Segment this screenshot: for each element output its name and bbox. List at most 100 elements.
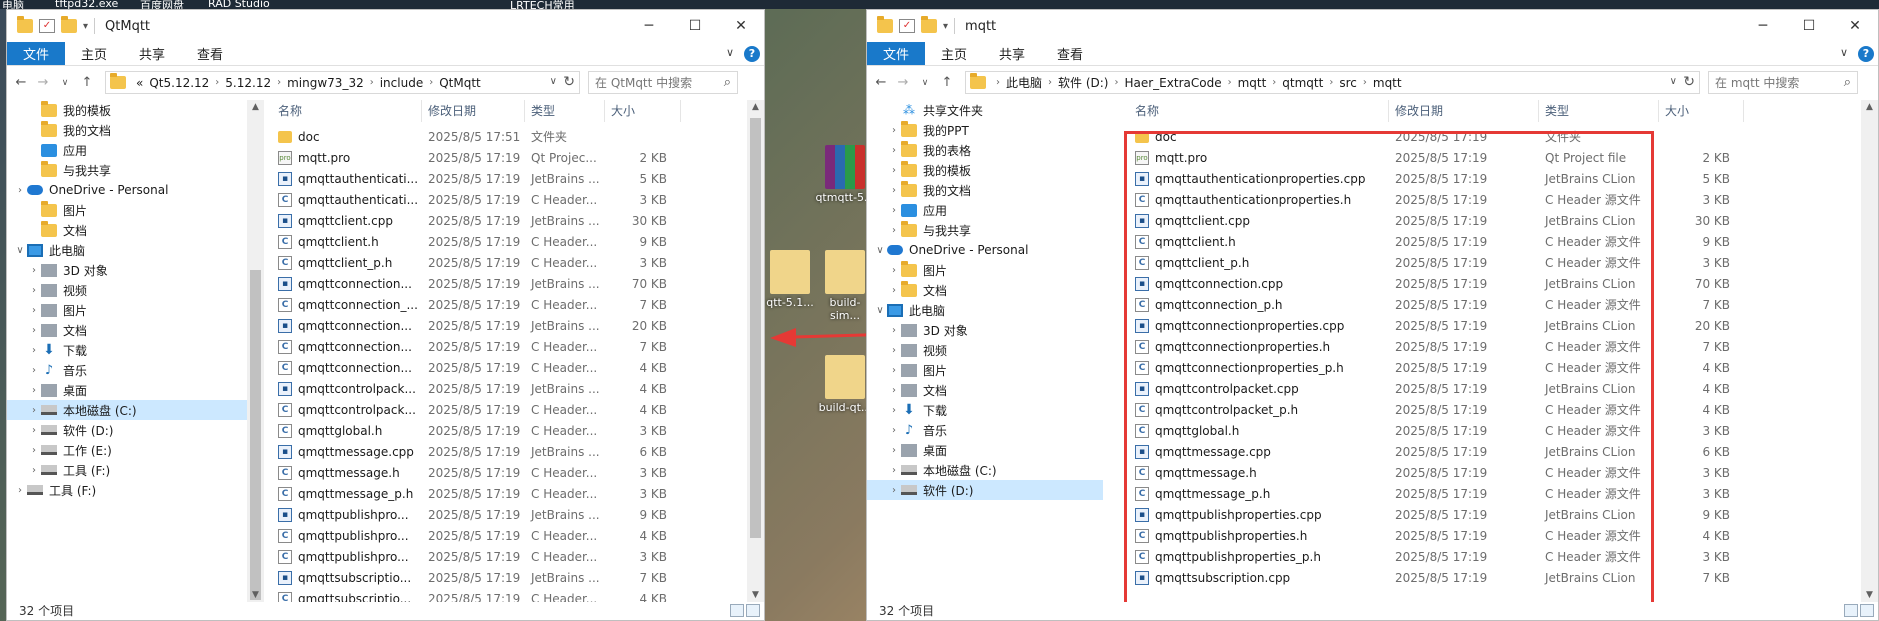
table-row[interactable]: Cqmqttglobal.h 2025/8/5 17:19 C Header 源文件… [1129,420,1859,441]
file-list-scrollbar[interactable]: ▲ ▼ [1861,100,1878,602]
breadcrumb-item[interactable]: mingw73_32 [287,76,364,90]
expander-chevron-icon[interactable]: › [27,285,41,296]
nav-item[interactable]: › 文档 [867,280,1103,300]
expander-chevron-icon[interactable]: › [887,485,901,496]
nav-item[interactable]: › 桌面 [7,380,247,400]
nav-item[interactable]: › ♪ 音乐 [7,360,247,380]
expander-chevron-icon[interactable]: › [887,365,901,376]
close-button[interactable]: ✕ [1832,10,1878,42]
new-folder-icon[interactable] [61,16,77,33]
file-list-scrollbar[interactable]: ▲ ▼ [747,100,764,602]
table-row[interactable]: Cqmqttpublishpro... 2025/8/5 17:19 C Heade… [272,546,742,567]
table-row[interactable]: qmqttsubscriptio... 2025/8/5 17:19 JetBrai… [272,567,742,588]
table-row[interactable]: qmqttmessage.cpp 2025/8/5 17:19 JetBrains … [1129,441,1859,462]
nav-item[interactable]: › 软件 (D:) [7,420,247,440]
forward-arrow-icon[interactable]: → [33,75,53,90]
table-row[interactable]: Cqmqttmessage.h 2025/8/5 17:19 C Header...… [272,462,742,483]
nav-item[interactable]: › 我的文档 [867,180,1103,200]
table-row[interactable]: Cqmqttconnection... 2025/8/5 17:19 C Heade… [272,357,742,378]
nav-item[interactable]: › 软件 (D:) [867,480,1103,500]
scroll-up-icon[interactable]: ▲ [247,102,264,112]
nav-item[interactable]: › 图片 [867,360,1103,380]
tab-view[interactable]: 查看 [181,42,239,65]
search-icon[interactable]: ⌕ [724,75,731,90]
close-button[interactable]: ✕ [718,10,764,42]
search-box[interactable]: 在 QtMqtt 中搜索 ⌕ [588,71,738,94]
help-icon[interactable]: ? [744,46,760,62]
scrollbar-thumb[interactable] [750,118,761,538]
navigation-scrollbar[interactable]: ▲ ▼ [247,100,264,602]
expander-chevron-icon[interactable]: › [887,285,901,296]
nav-item[interactable]: › 与我共享 [867,220,1103,240]
expander-chevron-icon[interactable]: › [887,325,901,336]
expander-chevron-icon[interactable]: › [27,465,41,476]
expander-chevron-icon[interactable]: › [27,365,41,376]
forward-arrow-icon[interactable]: → [893,75,913,90]
column-header-type[interactable]: 类型 [1539,100,1659,122]
nav-item[interactable]: › 视频 [867,340,1103,360]
breadcrumb-item[interactable]: src [1339,76,1357,90]
nav-item[interactable]: 我的文档 [7,120,247,140]
column-header-name[interactable]: 名称 [1129,100,1389,122]
nav-item[interactable]: › 工具 (F:) [7,460,247,480]
expander-chevron-icon[interactable]: ∨ [13,245,27,256]
nav-item[interactable]: › 我的PPT [867,120,1103,140]
chevron-down-icon[interactable]: ∨ [1670,76,1677,87]
maximize-button[interactable]: ☐ [672,10,718,42]
table-row[interactable]: Cqmqttclient.h 2025/8/5 17:19 C Header... 9… [272,231,742,252]
table-row[interactable]: Cqmqttpublishproperties.h 2025/8/5 17:19 C… [1129,525,1859,546]
breadcrumb-item[interactable]: include [380,76,423,90]
breadcrumb-item[interactable]: 软件 (D:) [1058,74,1108,91]
table-row[interactable]: Cqmqttpublishproperties_p.h 2025/8/5 17:1… [1129,546,1859,567]
table-row[interactable]: Cqmqttmessage_p.h 2025/8/5 17:19 C Header.… [272,483,742,504]
nav-item[interactable]: › 3D 对象 [7,260,247,280]
table-row[interactable]: qmqttsubscription.cpp 2025/8/5 17:19 JetBr… [1129,567,1859,588]
column-header-date[interactable]: 修改日期 [1389,100,1539,122]
nav-item[interactable]: › 工具 (F:) [7,480,247,500]
nav-item[interactable]: ⁂ 共享文件夹 [867,100,1103,120]
nav-item[interactable]: › ⬇ 下载 [7,340,247,360]
tab-file[interactable]: 文件 [7,42,65,65]
table-row[interactable]: Cqmqttconnectionproperties_p.h 2025/8/5 1… [1129,357,1859,378]
expander-chevron-icon[interactable]: › [887,165,901,176]
nav-item[interactable]: 我的模板 [7,100,247,120]
details-view-icon[interactable] [1844,604,1858,617]
nav-item[interactable]: › 桌面 [867,440,1103,460]
tab-view[interactable]: 查看 [1041,42,1099,65]
expander-chevron-icon[interactable]: › [27,405,41,416]
tab-share[interactable]: 共享 [123,42,181,65]
nav-item[interactable]: 文档 [7,220,247,240]
minimize-button[interactable]: ─ [1740,10,1786,42]
nav-item[interactable]: › 文档 [7,320,247,340]
table-row[interactable]: Cqmqttconnection_... 2025/8/5 17:19 C Head… [272,294,742,315]
column-header-date[interactable]: 修改日期 [422,100,525,122]
nav-item[interactable]: ∨ 此电脑 [7,240,247,260]
expander-chevron-icon[interactable]: › [27,265,41,276]
nav-item[interactable]: › 图片 [867,260,1103,280]
details-view-icon[interactable] [730,604,744,617]
expander-chevron-icon[interactable]: › [887,425,901,436]
table-row[interactable]: Cqmqttsubscriptio... 2025/8/5 17:19 C Head… [272,588,742,602]
nav-item[interactable]: › 文档 [867,380,1103,400]
title-bar[interactable]: ✓ ▾ mqtt ─ ☐ ✕ [867,10,1878,42]
properties-check-icon[interactable]: ✓ [39,19,55,33]
minimize-button[interactable]: ─ [626,10,672,42]
back-arrow-icon[interactable]: ← [11,75,31,90]
nav-item[interactable]: 图片 [7,200,247,220]
chevron-down-icon[interactable]: ∨ [726,46,734,59]
table-row[interactable]: qmqttcontrolpacket.cpp 2025/8/5 17:19 JetB… [1129,378,1859,399]
table-row[interactable]: Cqmqttconnectionproperties.h 2025/8/5 17:… [1129,336,1859,357]
table-row[interactable]: qmqttconnection... 2025/8/5 17:19 JetBrain… [272,273,742,294]
expander-chevron-icon[interactable]: ∨ [873,305,887,316]
expander-chevron-icon[interactable]: › [887,265,901,276]
breadcrumb-overflow[interactable]: « [136,76,143,90]
nav-item[interactable]: 与我共享 [7,160,247,180]
nav-item[interactable]: › OneDrive - Personal [7,180,247,200]
table-row[interactable]: Cqmqttmessage.h 2025/8/5 17:19 C Header 源文… [1129,462,1859,483]
nav-item[interactable]: › 本地磁盘 (C:) [7,400,247,420]
breadcrumb-item[interactable]: 5.12.12 [225,76,271,90]
expander-chevron-icon[interactable]: › [887,405,901,416]
nav-item[interactable]: › 我的表格 [867,140,1103,160]
nav-item[interactable]: ∨ 此电脑 [867,300,1103,320]
scroll-down-icon[interactable]: ▼ [1861,590,1878,600]
